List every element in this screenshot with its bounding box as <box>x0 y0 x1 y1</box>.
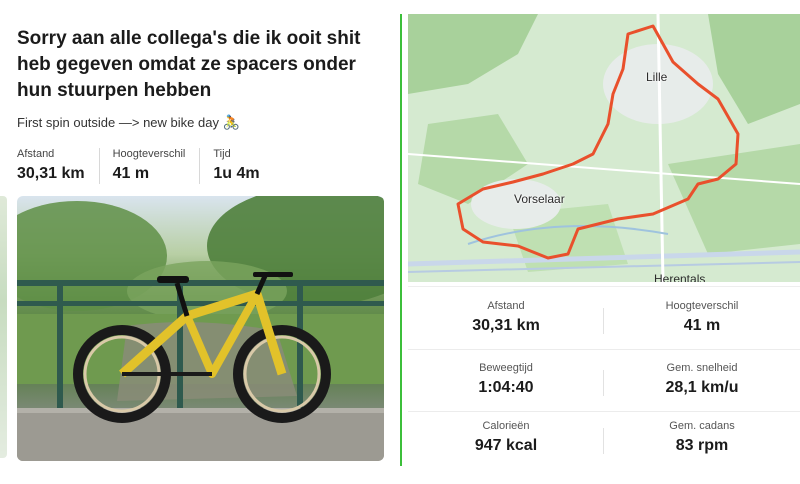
stat-label: Calorieën <box>482 420 530 432</box>
stat-avg-speed: Gem. snelheid 28,1 km/u <box>604 349 800 409</box>
stat-value: 1:04:40 <box>478 379 534 396</box>
stat-distance: Afstand 30,31 km <box>408 287 604 347</box>
stat-calories: Calorieën 947 kcal <box>408 407 604 467</box>
bike-photo[interactable] <box>17 196 384 461</box>
activity-panel: Lille Vorselaar Herentals Afstand 30,31 … <box>408 14 800 466</box>
stat-distance: Afstand 30,31 km <box>17 148 100 184</box>
stat-moving-time: Beweegtijd 1:04:40 <box>408 349 604 409</box>
post-stats: Afstand 30,31 km Hoogteverschil 41 m Tij… <box>17 148 287 184</box>
bike-photo-illustration <box>17 196 384 461</box>
stat-value: 30,31 km <box>472 317 540 334</box>
stat-value: 41 m <box>112 165 150 182</box>
stat-time: Tijd 1u 4m <box>213 148 273 184</box>
previous-photo-edge[interactable] <box>0 196 7 458</box>
stat-label: Beweegtijd <box>479 362 533 374</box>
stat-label: Hoogteverschil <box>665 300 739 312</box>
stat-avg-cadence: Gem. cadans 83 rpm <box>604 407 800 467</box>
activity-title[interactable]: Sorry aan alle collega's die ik ooit shi… <box>17 26 387 104</box>
stat-value: 1u 4m <box>213 165 260 182</box>
panel-divider <box>400 14 402 466</box>
route-map[interactable]: Lille Vorselaar Herentals <box>408 14 800 282</box>
stat-separator <box>603 308 604 334</box>
activity-stats-grid: Afstand 30,31 km Hoogteverschil 41 m Bew… <box>408 286 800 466</box>
stat-label: Afstand <box>487 300 525 312</box>
stat-elevation: Hoogteverschil 41 m <box>604 287 800 347</box>
stat-separator <box>603 370 604 396</box>
cyclist-emoji-icon: 🚴 <box>222 114 241 130</box>
map-illustration <box>408 14 800 282</box>
map-label-vorselaar: Vorselaar <box>514 192 565 206</box>
map-label-lille: Lille <box>646 70 668 84</box>
stat-label: Tijd <box>213 148 231 160</box>
stat-label: Afstand <box>17 148 55 160</box>
stat-separator <box>603 428 604 454</box>
stat-value: 30,31 km <box>17 165 85 182</box>
stat-label: Gem. cadans <box>669 420 735 432</box>
activity-subtitle: First spin outside —> new bike day 🚴 <box>17 114 240 131</box>
stat-value: 28,1 km/u <box>665 379 739 396</box>
post-panel: Sorry aan alle collega's die ik ooit shi… <box>0 0 400 484</box>
map-label-herentals: Herentals <box>654 272 706 282</box>
stat-elevation: Hoogteverschil 41 m <box>113 148 201 184</box>
subtitle-text: First spin outside —> new bike day <box>17 115 219 130</box>
stat-value: 83 rpm <box>675 437 729 454</box>
stat-value: 947 kcal <box>474 437 538 454</box>
stat-value: 41 m <box>683 317 721 334</box>
stat-label: Hoogteverschil <box>112 148 186 160</box>
stat-label: Gem. snelheid <box>666 362 738 374</box>
